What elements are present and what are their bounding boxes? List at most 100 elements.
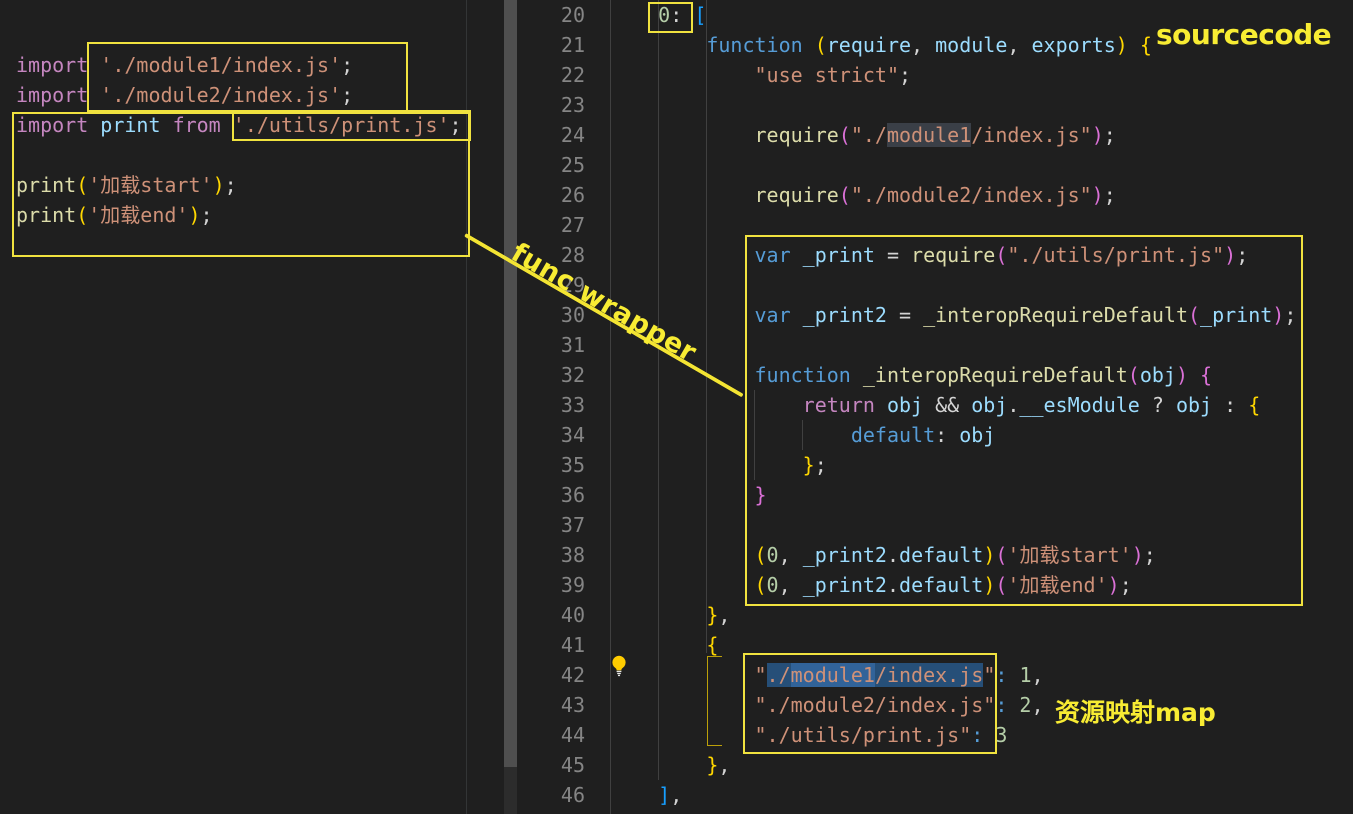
source-editor-pane[interactable]: import './module1/index.js'; import './mo… <box>0 0 466 814</box>
code-line[interactable]: (0, _print2.default)('加载end'); <box>610 570 1132 600</box>
code-line[interactable]: }, <box>610 600 730 630</box>
code-token: print <box>16 173 77 197</box>
code-token: && <box>923 393 972 417</box>
line-number[interactable]: 41 <box>539 630 585 660</box>
code-line[interactable]: "./utils/print.js": 3 <box>610 720 1008 750</box>
code-token: ) <box>1091 183 1104 207</box>
code-token: ) <box>1115 33 1128 57</box>
code-token: : <box>1212 393 1249 417</box>
code-line[interactable]: import print from './utils/print.js'; <box>16 110 462 140</box>
line-number[interactable]: 40 <box>539 600 585 630</box>
code-token: '加载start' <box>88 173 213 197</box>
line-number[interactable]: 25 <box>539 150 585 180</box>
line-number[interactable]: 34 <box>539 420 585 450</box>
code-token: , <box>778 573 791 597</box>
code-token: "./ <box>850 123 887 147</box>
code-token: 0 <box>658 3 671 27</box>
line-number[interactable]: 20 <box>539 0 585 30</box>
code-line[interactable]: }, <box>610 750 730 780</box>
code-line[interactable]: (0, _print2.default)('加载start'); <box>610 540 1156 570</box>
code-line[interactable]: require("./module1/index.js"); <box>610 120 1116 150</box>
code-line[interactable]: import './module1/index.js'; <box>16 50 353 80</box>
code-line[interactable]: }; <box>610 450 827 480</box>
code-token: module1 <box>790 663 875 687</box>
code-token: /index.js <box>874 663 984 687</box>
bracket-pair-guide <box>707 656 722 746</box>
code-line[interactable]: var _print2 = _interopRequireDefault(_pr… <box>610 300 1297 330</box>
code-line[interactable]: ], <box>610 780 682 810</box>
code-token: obj <box>1139 363 1176 387</box>
code-line[interactable]: "./module2/index.js": 2, <box>610 690 1044 720</box>
line-number[interactable]: 26 <box>539 180 585 210</box>
code-token: : <box>995 693 1008 717</box>
code-line[interactable]: function (require, module, exports) { <box>610 30 1152 60</box>
line-number[interactable]: 33 <box>539 390 585 420</box>
code-token: "./utils/print.js" <box>1007 243 1225 267</box>
code-token: ) <box>1091 123 1104 147</box>
code-token: obj <box>959 423 996 447</box>
code-token: ; <box>814 453 827 477</box>
code-token: } <box>706 753 719 777</box>
code-line[interactable]: } <box>610 480 767 510</box>
line-number[interactable]: 42 <box>539 660 585 690</box>
code-token: ) <box>1272 303 1285 327</box>
code-token: from <box>172 113 221 137</box>
line-number[interactable]: 36 <box>539 480 585 510</box>
line-number[interactable]: 35 <box>539 450 585 480</box>
code-line[interactable]: print('加载start'); <box>16 170 237 200</box>
code-token: : <box>971 723 984 747</box>
line-number[interactable]: 23 <box>539 90 585 120</box>
code-token: import <box>16 83 101 107</box>
code-line[interactable]: require("./module2/index.js"); <box>610 180 1116 210</box>
code-token: function <box>706 33 803 57</box>
line-number[interactable]: 32 <box>539 360 585 390</box>
line-number[interactable]: 39 <box>539 570 585 600</box>
line-number[interactable]: 22 <box>539 60 585 90</box>
code-token: ; <box>200 203 213 227</box>
code-line[interactable]: function _interopRequireDefault(obj) { <box>610 360 1213 390</box>
code-token: "use strict" <box>754 63 900 87</box>
line-number[interactable]: 24 <box>539 120 585 150</box>
code-token: ./ <box>766 663 791 687</box>
code-token: ; <box>899 63 912 87</box>
code-line[interactable]: 1: [ <box>610 810 706 814</box>
lightbulb-icon[interactable] <box>607 654 631 678</box>
line-number[interactable]: 37 <box>539 510 585 540</box>
code-token: ; <box>1236 243 1249 267</box>
code-token: ; <box>1143 543 1156 567</box>
line-number[interactable]: 21 <box>539 30 585 60</box>
code-line[interactable]: print('加载end'); <box>16 200 213 230</box>
line-number[interactable]: 38 <box>539 540 585 570</box>
line-number[interactable]: 31 <box>539 330 585 360</box>
code-token: ; <box>224 173 237 197</box>
code-line[interactable]: import './module2/index.js'; <box>16 80 353 110</box>
code-line[interactable]: return obj && obj.__esModule ? obj : { <box>610 390 1261 420</box>
code-token: ) <box>212 173 225 197</box>
line-number[interactable]: 45 <box>539 750 585 780</box>
code-token: print <box>16 203 77 227</box>
scrollbar-thumb[interactable] <box>504 0 517 767</box>
line-number[interactable]: 47 <box>539 810 585 814</box>
line-number[interactable]: 27 <box>539 210 585 240</box>
line-number[interactable]: 46 <box>539 780 585 810</box>
code-line[interactable]: "use strict"; <box>610 60 912 90</box>
code-token: ( <box>814 33 827 57</box>
code-line[interactable]: "./module1/index.js": 1, <box>610 660 1044 690</box>
line-number[interactable]: 43 <box>539 690 585 720</box>
code-token: ( <box>754 573 767 597</box>
code-token: 2 <box>1019 693 1032 717</box>
line-number[interactable]: 44 <box>539 720 585 750</box>
code-token: require <box>826 33 912 57</box>
pane-divider <box>466 0 467 814</box>
code-token: } <box>706 603 719 627</box>
